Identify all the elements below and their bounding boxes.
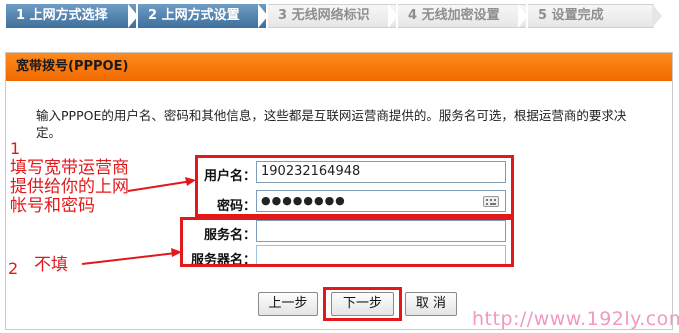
prev-button[interactable]: 上一步 bbox=[258, 292, 318, 316]
next-button[interactable]: 下一步 bbox=[331, 292, 394, 316]
arrow-line-2 bbox=[81, 252, 177, 265]
arrow-head-1 bbox=[185, 177, 196, 186]
step-1-label: 1 上网方式选择 bbox=[16, 8, 108, 23]
watermark: http://www.192ly.com bbox=[472, 308, 679, 330]
step-3-label: 3 无线网络标识 bbox=[278, 8, 370, 23]
step-5-label: 5 设置完成 bbox=[538, 8, 604, 23]
arrow-head-2 bbox=[171, 248, 182, 257]
arrow-line-1 bbox=[127, 180, 193, 192]
annotation-arrows bbox=[81, 177, 196, 265]
step-2-label: 2 上网方式设置 bbox=[148, 8, 240, 23]
step-4-label: 4 无线加密设置 bbox=[408, 8, 500, 23]
cancel-button[interactable]: 取 消 bbox=[405, 292, 457, 316]
